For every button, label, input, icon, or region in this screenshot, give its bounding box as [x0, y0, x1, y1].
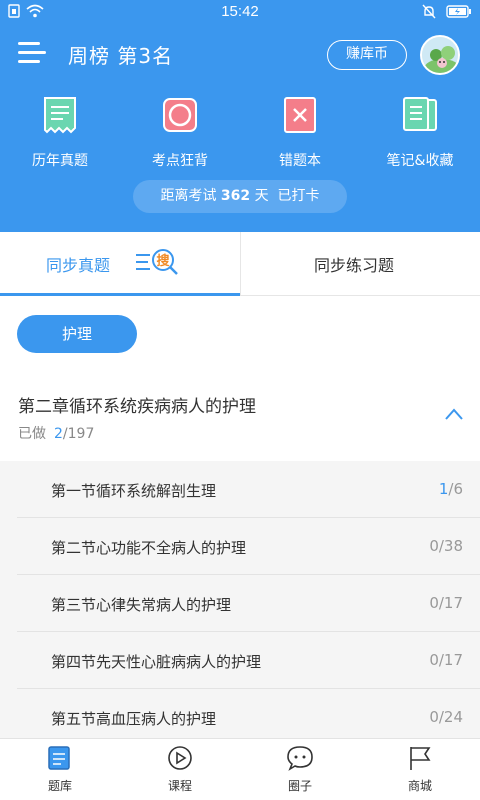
list-item[interactable]: 第一节循环系统解剖生理 1/6 — [0, 461, 480, 518]
shortcut-past-exams[interactable]: 历年真题 — [10, 96, 110, 170]
nav-courses[interactable]: 课程 — [120, 739, 240, 800]
subject-button[interactable]: 护理 — [17, 315, 137, 353]
page-title: 周榜 第3名 — [68, 44, 174, 68]
clock: 15:42 — [221, 3, 259, 20]
shortcut-label: 历年真题 — [32, 153, 88, 169]
shortcut-label: 错题本 — [279, 153, 321, 169]
nav-label: 圈子 — [287, 779, 312, 793]
bottom-nav: 题库 课程 圈子 商城 — [0, 738, 480, 800]
flag-shop-icon — [410, 747, 431, 770]
shortcut-key-points[interactable]: 考点狂背 — [130, 96, 230, 170]
shortcut-notes-favorites[interactable]: 笔记&收藏 — [370, 96, 470, 170]
tab-sync-practice[interactable]: 同步练习题 — [240, 232, 480, 296]
menu-icon[interactable] — [18, 40, 46, 66]
wrong-questions-icon — [284, 97, 316, 133]
nav-label: 商城 — [407, 779, 432, 793]
list-item[interactable]: 第二节心功能不全病人的护理 0/38 — [0, 518, 480, 575]
nav-label: 题库 — [47, 779, 72, 793]
nav-label: 课程 — [167, 779, 192, 793]
earn-coins-button[interactable]: 赚库币 — [327, 40, 407, 70]
tab-bar: 同步真题 搜 同步练习题 — [0, 232, 480, 296]
chat-circle-icon — [287, 746, 313, 771]
avatar[interactable] — [420, 35, 460, 75]
play-course-icon — [168, 746, 192, 770]
chapter-header[interactable]: 第二章循环系统疾病病人的护理 已做 2/197 — [0, 375, 480, 461]
chapter-title: 第二章循环系统疾病病人的护理 — [18, 397, 256, 417]
past-exam-icon — [44, 97, 76, 134]
shortcut-label: 笔记&收藏 — [386, 153, 454, 169]
chevron-up-icon[interactable] — [444, 407, 464, 421]
list-item[interactable]: 第五节高血压病人的护理 0/24 — [0, 689, 480, 738]
shortcut-wrong-questions[interactable]: 错题本 — [250, 96, 350, 170]
mute-bell-icon — [422, 4, 436, 19]
status-bar: 15:42 — [0, 0, 480, 24]
list-item[interactable]: 第三节心律失常病人的护理 0/17 — [0, 575, 480, 632]
exam-countdown[interactable]: 距离考试 362 天 已打卡 — [133, 180, 347, 213]
search-icon[interactable]: 搜 — [134, 246, 180, 278]
svg-text:搜: 搜 — [156, 253, 170, 269]
shortcut-label: 考点狂背 — [152, 153, 208, 169]
battery-icon — [446, 5, 471, 18]
question-bank-icon — [48, 746, 70, 770]
section-list: 第一节循环系统解剖生理 1/6 第二节心功能不全病人的护理 0/38 第三节心律… — [0, 461, 480, 738]
nav-community[interactable]: 圈子 — [240, 739, 360, 800]
nav-shop[interactable]: 商城 — [360, 739, 480, 800]
header: 周榜 第3名 赚库币 历年真题 考点狂背 错题本 笔记&收藏 距离考试 362 … — [0, 24, 480, 232]
chapter-progress: 已做 2/197 — [18, 426, 95, 442]
nav-question-bank[interactable]: 题库 — [0, 739, 120, 800]
tab-sync-real-questions[interactable]: 同步真题 搜 — [0, 232, 240, 296]
key-points-icon — [163, 98, 197, 132]
list-item[interactable]: 第四节先天性心脏病病人的护理 0/17 — [0, 632, 480, 689]
notes-favorites-icon — [403, 97, 437, 131]
